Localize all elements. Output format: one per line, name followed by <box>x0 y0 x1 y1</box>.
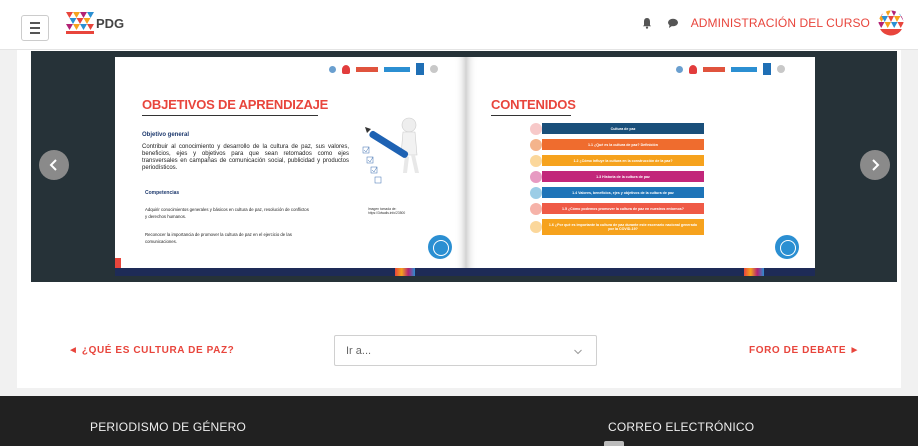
sponsor-logos <box>676 63 785 75</box>
contents-item: 1.5 ¿Cómo podemos promover la cultura de… <box>542 203 704 214</box>
competencies-heading: Competencias <box>145 190 180 196</box>
contents-item: 1.4 Valores, beneficios, ejes y objetivo… <box>542 187 704 198</box>
top-navbar: PDG ADMINISTRACIÓN DEL CURSO <box>0 0 918 50</box>
next-slide-button[interactable] <box>860 150 890 180</box>
image-credit: Imagen tomada de: https://3dwalls.info/2… <box>368 207 406 215</box>
logo-text: PDG <box>96 15 125 31</box>
contents-item: 1.2 ¿Cómo influye la cultura en la const… <box>542 155 704 166</box>
slide-footer-bar <box>466 268 815 276</box>
un-logo <box>775 235 799 259</box>
envelope-icon <box>604 441 624 446</box>
competency-item: Reconocer la importancia de promover la … <box>145 232 292 244</box>
page-footer: PERIODISMO DE GÉNERO CORREO ELECTRÓNICO <box>0 396 918 446</box>
previous-slide-button[interactable] <box>39 150 69 180</box>
chat-icon[interactable] <box>667 17 679 29</box>
presentation-slider: OBJETIVOS DE APRENDIZAJE Objetivo genera… <box>31 51 897 282</box>
slide-page-objectives: OBJETIVOS DE APRENDIZAJE Objetivo genera… <box>115 57 466 276</box>
nav-actions: ADMINISTRACIÓN DEL CURSO <box>641 10 904 36</box>
general-objective-heading: Objetivo general <box>142 132 190 138</box>
previous-activity-link[interactable]: ◄ ¿QUÉ ES CULTURA DE PAZ? <box>68 345 234 356</box>
contents-item: 1.1 ¿Qué es la cultura de paz? Definició… <box>542 139 704 150</box>
general-objective-text: Contribuir al conocimiento y desarrollo … <box>142 144 349 171</box>
site-logo[interactable]: PDG <box>66 12 124 34</box>
logo-icon <box>66 12 94 34</box>
person-with-pencil-image <box>362 117 419 184</box>
avatar[interactable] <box>878 10 904 36</box>
menu-toggle-button[interactable] <box>21 15 49 41</box>
contents-item: 1.3 Historia de la cultura de paz <box>542 171 704 182</box>
footer-heading-periodismo: PERIODISMO DE GÉNERO <box>90 420 247 434</box>
chevron-down-icon <box>574 349 582 355</box>
jump-to-value: Ir a... <box>346 345 372 357</box>
footer-heading-email: CORREO ELECTRÓNICO <box>608 420 755 434</box>
bell-icon[interactable] <box>641 17 653 29</box>
next-activity-link[interactable]: FORO DE DEBATE ► <box>749 345 860 356</box>
sponsor-logos <box>329 63 438 75</box>
un-logo <box>428 235 452 259</box>
contents-item: Cultura de paz <box>542 123 704 134</box>
slide-title: CONTENIDOS <box>491 97 576 112</box>
jump-to-activity-select[interactable]: Ir a... <box>334 335 597 366</box>
slide-footer-bar <box>115 268 466 276</box>
contents-item: 1.6 ¿Por qué es importante la cultura de… <box>542 219 704 235</box>
chevron-right-icon <box>872 159 880 171</box>
chevron-left-icon <box>49 159 57 171</box>
slide-title: OBJETIVOS DE APRENDIZAJE <box>142 97 329 112</box>
menu-icon <box>30 22 40 24</box>
competency-item: Adquirir conocimientos generales y básic… <box>145 207 309 219</box>
course-administration-link[interactable]: ADMINISTRACIÓN DEL CURSO <box>691 16 870 30</box>
slide-page-contents: CONTENIDOS Cultura de paz 1.1 ¿Qué es la… <box>466 57 815 276</box>
